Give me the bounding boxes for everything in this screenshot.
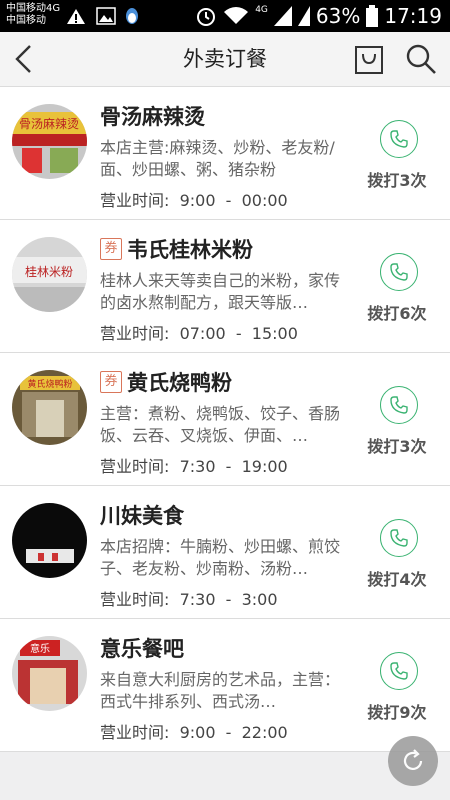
restaurant-item[interactable]: 意乐 意乐餐吧 来自意大利厨房的艺术品，主营：西式牛排系列、西式汤… 营业时间:…	[0, 619, 450, 752]
restaurant-avatar: 意乐	[12, 636, 87, 711]
signal-2-icon	[297, 6, 310, 26]
call-count: 拨打6次	[367, 304, 427, 323]
restaurant-name: 黄氏烧鸭粉	[127, 371, 232, 395]
signal-icon	[273, 6, 292, 26]
business-hours: 营业时间: 9:00 - 22:00	[100, 723, 288, 742]
call-count: 拨打9次	[367, 703, 427, 722]
status-bar: 中国移动4G 中国移动 4G 63% 17:19	[0, 0, 450, 32]
title-bar: 外卖订餐	[0, 32, 450, 87]
coupon-badge: 券	[100, 371, 122, 393]
restaurant-item[interactable]: 黄氏烧鸭粉 券 黄氏烧鸭粉 主营：煮粉、烧鸭饭、饺子、香肠饭、云吞、叉烧饭、伊面…	[0, 353, 450, 486]
status-right: 4G 63% 17:19	[195, 3, 442, 29]
business-hours: 营业时间: 7:30 - 3:00	[100, 590, 278, 609]
restaurant-list: 骨汤麻辣烫 骨汤麻辣烫 本店主营:麻辣烫、炒粉、老友粉/面、炒田螺、粥、猪杂粉 …	[0, 87, 450, 752]
phone-icon	[390, 529, 408, 547]
business-hours: 营业时间: 7:30 - 19:00	[100, 457, 288, 476]
shop-photo: 意乐	[12, 636, 87, 711]
business-hours: 营业时间: 07:00 - 15:00	[100, 324, 298, 343]
restaurant-avatar	[12, 503, 87, 578]
carrier-line-1: 中国移动4G	[6, 3, 61, 14]
restaurant-avatar: 黄氏烧鸭粉	[12, 370, 87, 445]
restaurant-desc: 桂林人来天等卖自己的米粉，家传的卤水熬制配方，跟天等版…	[100, 271, 341, 312]
shop-sign-text: 桂林米粉	[25, 264, 73, 279]
battery-percent: 63%	[315, 4, 361, 28]
shop-photo	[12, 503, 87, 578]
business-hours: 营业时间: 9:00 - 00:00	[100, 191, 288, 210]
warning-icon	[67, 9, 85, 24]
phone-icon	[390, 662, 408, 680]
restaurant-name: 川妹美食	[100, 504, 184, 528]
restaurant-avatar: 骨汤麻辣烫	[12, 104, 87, 179]
call-button[interactable]	[380, 386, 418, 424]
name-row: 意乐餐吧	[100, 633, 184, 663]
carrier-info: 中国移动4G 中国移动	[6, 3, 60, 27]
shopping-bag-icon[interactable]	[354, 43, 384, 75]
restaurant-name: 意乐餐吧	[100, 637, 184, 661]
clock: 17:19	[384, 4, 442, 28]
shop-photo: 黄氏烧鸭粉	[12, 370, 87, 445]
call-button[interactable]	[380, 519, 418, 557]
name-row: 券 黄氏烧鸭粉	[100, 367, 232, 397]
wifi-icon	[224, 7, 249, 24]
shop-sign-text: 意乐	[30, 642, 50, 655]
qq-penguin-icon	[126, 8, 138, 24]
carrier-line-2: 中国移动	[6, 15, 46, 26]
shop-photo: 桂林米粉	[12, 237, 87, 312]
coupon-badge: 券	[100, 238, 122, 260]
refresh-button[interactable]	[388, 736, 438, 786]
restaurant-desc: 来自意大利厨房的艺术品，主营：西式牛排系列、西式汤…	[100, 670, 341, 711]
search-icon[interactable]	[404, 42, 438, 76]
name-row: 骨汤麻辣烫	[100, 101, 205, 131]
call-button[interactable]	[380, 253, 418, 291]
restaurant-name: 骨汤麻辣烫	[100, 105, 205, 129]
call-count: 拨打3次	[367, 437, 427, 456]
phone-icon	[390, 263, 408, 281]
call-count: 拨打3次	[367, 171, 427, 190]
call-button[interactable]	[380, 120, 418, 158]
restaurant-item[interactable]: 骨汤麻辣烫 骨汤麻辣烫 本店主营:麻辣烫、炒粉、老友粉/面、炒田螺、粥、猪杂粉 …	[0, 87, 450, 220]
restaurant-avatar: 桂林米粉	[12, 237, 87, 312]
restaurant-item[interactable]: 桂林米粉 券 韦氏桂林米粉 桂林人来天等卖自己的米粉，家传的卤水熬制配方，跟天等…	[0, 220, 450, 353]
shop-sign-text: 黄氏烧鸭粉	[27, 378, 72, 390]
name-row: 券 韦氏桂林米粉	[100, 234, 253, 264]
name-row: 川妹美食	[100, 500, 184, 530]
call-count: 拨打4次	[367, 570, 427, 589]
refresh-icon	[403, 749, 423, 770]
network-type: 4G	[255, 5, 268, 15]
restaurant-desc: 主营：煮粉、烧鸭饭、饺子、香肠饭、云吞、叉烧饭、伊面、…	[100, 404, 341, 445]
shop-photo: 骨汤麻辣烫	[12, 104, 87, 179]
phone-icon	[390, 396, 408, 414]
restaurant-item[interactable]: 川妹美食 本店招牌：牛腩粉、炒田螺、煎饺子、老友粉、炒南粉、汤粉… 营业时间: …	[0, 486, 450, 619]
restaurant-name: 韦氏桂林米粉	[127, 238, 253, 262]
shop-sign-text: 骨汤麻辣烫	[19, 116, 79, 131]
call-button[interactable]	[380, 652, 418, 690]
battery-icon	[366, 5, 379, 27]
alarm-icon	[197, 8, 216, 26]
image-notification-icon	[96, 7, 116, 25]
restaurant-desc: 本店招牌：牛腩粉、炒田螺、煎饺子、老友粉、炒南粉、汤粉…	[100, 537, 341, 578]
restaurant-desc: 本店主营:麻辣烫、炒粉、老友粉/面、炒田螺、粥、猪杂粉	[100, 138, 335, 179]
phone-icon	[390, 130, 408, 148]
